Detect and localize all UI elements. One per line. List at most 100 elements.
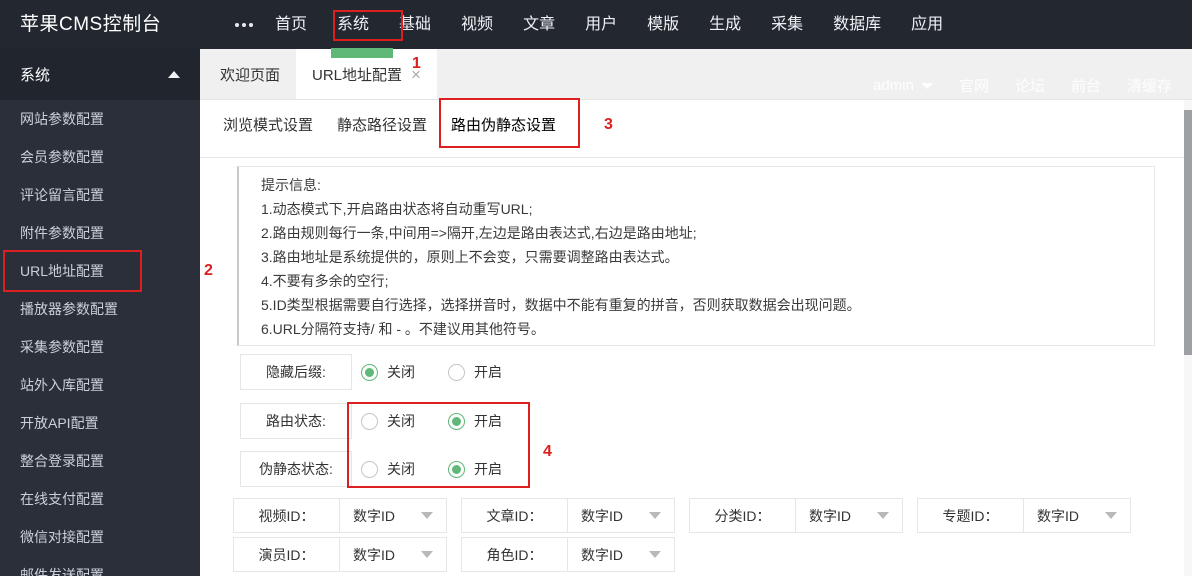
chevron-down-icon: [920, 82, 933, 89]
app-title[interactable]: 苹果CMS控制台: [20, 0, 161, 49]
topnav-item-basic[interactable]: 基础: [384, 0, 446, 49]
select-value: 数字ID: [353, 507, 395, 524]
scrollbar-track[interactable]: [1184, 100, 1192, 576]
topnav-item-home[interactable]: 首页: [260, 0, 322, 49]
field-label: 文章ID：: [486, 507, 543, 524]
radio-option-off[interactable]: 关闭: [361, 362, 448, 382]
app-window: 苹果CMS控制台 首页 系统 基础 视频 文章 用户 模版 生成 采集 数据库 …: [0, 0, 1192, 576]
tip-line: 5.ID类型根据需要自行选择，选择拼音时，数据中不能有重复的拼音，否则获取数据会…: [261, 297, 861, 313]
actor-id-select[interactable]: 数字ID: [339, 538, 446, 571]
tab-welcome[interactable]: 欢迎页面: [207, 49, 293, 99]
radio-on-icon[interactable]: [448, 412, 465, 430]
topnav-item-database[interactable]: 数据库: [818, 0, 896, 49]
link-official-site[interactable]: 官网: [959, 75, 989, 96]
radio-label[interactable]: 开启: [474, 411, 502, 431]
tips-title: 提示信息:: [261, 177, 321, 193]
radio-option-off[interactable]: 关闭: [361, 459, 448, 479]
video-id-select[interactable]: 数字ID: [339, 499, 446, 532]
radio-on-icon[interactable]: [361, 363, 378, 381]
category-id-select[interactable]: 数字ID: [795, 499, 902, 532]
radio-label[interactable]: 开启: [474, 459, 502, 479]
id-field-category: 分类ID： 数字ID: [689, 498, 903, 533]
radio-on-icon[interactable]: [448, 460, 465, 478]
tip-line: 4.不要有多余的空行;: [261, 273, 389, 289]
main-area: 欢迎页面 URL地址配置 × admin 官网 论坛 前台 清缓存 浏览模式设置…: [200, 49, 1192, 576]
field-label: 角色ID：: [486, 546, 543, 563]
radio-option-on[interactable]: 开启: [448, 362, 535, 382]
sidebar-item-outside-store[interactable]: 站外入库配置: [0, 366, 200, 404]
form-row-rewrite-status: 伪静态状态: 关闭 开启: [240, 451, 1192, 487]
field-label: 视频ID：: [258, 507, 315, 524]
sidebar-item-attachment[interactable]: 附件参数配置: [0, 214, 200, 252]
id-type-grid: 视频ID： 数字ID 文章ID： 数字ID 分类ID： 数字ID 专题ID： 数…: [233, 498, 1192, 572]
sidebar-item-online-pay[interactable]: 在线支付配置: [0, 480, 200, 518]
radio-off-icon[interactable]: [361, 460, 378, 478]
topnav-item-template[interactable]: 模版: [632, 0, 694, 49]
sidebar-item-comment[interactable]: 评论留言配置: [0, 176, 200, 214]
id-field-actor: 演员ID： 数字ID: [233, 537, 447, 572]
radio-label[interactable]: 开启: [474, 362, 502, 382]
top-nav: 首页 系统 基础 视频 文章 用户 模版 生成 采集 数据库 应用: [228, 0, 958, 49]
sidebar: 系统 网站参数配置 会员参数配置 评论留言配置 附件参数配置 URL地址配置 播…: [0, 49, 200, 576]
sidebar-item-mail[interactable]: 邮件发送配置: [0, 556, 200, 576]
radio-group-route-status: 关闭 开启: [361, 411, 535, 431]
chevron-down-icon: [877, 512, 889, 519]
topnav-item-user[interactable]: 用户: [570, 0, 632, 49]
topnav-item-article[interactable]: 文章: [508, 0, 570, 49]
tab-label: 欢迎页面: [220, 66, 281, 84]
radio-label[interactable]: 关闭: [387, 362, 415, 382]
id-field-article: 文章ID： 数字ID: [461, 498, 675, 533]
radio-off-icon[interactable]: [448, 363, 465, 381]
role-id-select[interactable]: 数字ID: [567, 538, 674, 571]
field-label: 演员ID：: [258, 546, 315, 563]
sidebar-item-url-config[interactable]: URL地址配置: [0, 252, 200, 290]
collapse-arrow-icon: [168, 71, 180, 78]
sidebar-item-open-api[interactable]: 开放API配置: [0, 404, 200, 442]
topnav-item-system[interactable]: 系统: [322, 0, 384, 49]
article-id-select[interactable]: 数字ID: [567, 499, 674, 532]
sidebar-group-header[interactable]: 系统: [0, 49, 200, 100]
subtab-browse-mode[interactable]: 浏览模式设置: [211, 114, 325, 135]
sidebar-item-site-params[interactable]: 网站参数配置: [0, 100, 200, 138]
close-icon[interactable]: ×: [411, 66, 421, 83]
more-icon[interactable]: [228, 0, 260, 49]
sidebar-item-wechat[interactable]: 微信对接配置: [0, 518, 200, 556]
topnav-item-app[interactable]: 应用: [896, 0, 958, 49]
radio-off-icon[interactable]: [361, 412, 378, 430]
user-menu[interactable]: admin: [873, 77, 933, 94]
chevron-down-icon: [421, 512, 433, 519]
radio-option-on[interactable]: 开启: [448, 411, 535, 431]
topnav-item-generate[interactable]: 生成: [694, 0, 756, 49]
link-frontend[interactable]: 前台: [1071, 75, 1101, 96]
sidebar-item-member-params[interactable]: 会员参数配置: [0, 138, 200, 176]
tab-label: URL地址配置: [312, 66, 403, 84]
scrollbar-thumb[interactable]: [1184, 110, 1192, 355]
subtab-static-path[interactable]: 静态路径设置: [325, 114, 439, 135]
radio-option-off[interactable]: 关闭: [361, 411, 448, 431]
form-row-hidden-suffix: 隐藏后缀: 关闭 开启: [240, 354, 1192, 390]
active-nav-indicator: [331, 48, 393, 58]
link-forum[interactable]: 论坛: [1015, 75, 1045, 96]
radio-option-on[interactable]: 开启: [448, 459, 535, 479]
form-row-route-status: 路由状态: 关闭 开启: [240, 403, 1192, 439]
topic-id-select[interactable]: 数字ID: [1023, 499, 1130, 532]
sidebar-item-integrate-login[interactable]: 整合登录配置: [0, 442, 200, 480]
field-label: 分类ID：: [714, 507, 771, 524]
sidebar-items: 网站参数配置 会员参数配置 评论留言配置 附件参数配置 URL地址配置 播放器参…: [0, 100, 200, 576]
link-clear-cache[interactable]: 清缓存: [1127, 75, 1172, 96]
tip-line: 1.动态模式下,开启路由状态将自动重写URL;: [261, 201, 533, 217]
username: admin: [873, 77, 914, 94]
topnav-item-collect[interactable]: 采集: [756, 0, 818, 49]
chevron-down-icon: [1105, 512, 1117, 519]
tips-box: 提示信息: 1.动态模式下,开启路由状态将自动重写URL; 2.路由规则每行一条…: [237, 166, 1155, 346]
sidebar-item-collect-params[interactable]: 采集参数配置: [0, 328, 200, 366]
field-label: 隐藏后缀:: [240, 354, 352, 390]
topbar: 苹果CMS控制台 首页 系统 基础 视频 文章 用户 模版 生成 采集 数据库 …: [0, 0, 1192, 49]
subtab-route-rewrite[interactable]: 路由伪静态设置: [439, 114, 568, 135]
id-field-topic: 专题ID： 数字ID: [917, 498, 1131, 533]
topnav-item-video[interactable]: 视频: [446, 0, 508, 49]
radio-label[interactable]: 关闭: [387, 459, 415, 479]
field-label: 专题ID：: [942, 507, 999, 524]
sidebar-item-player[interactable]: 播放器参数配置: [0, 290, 200, 328]
radio-label[interactable]: 关闭: [387, 411, 415, 431]
